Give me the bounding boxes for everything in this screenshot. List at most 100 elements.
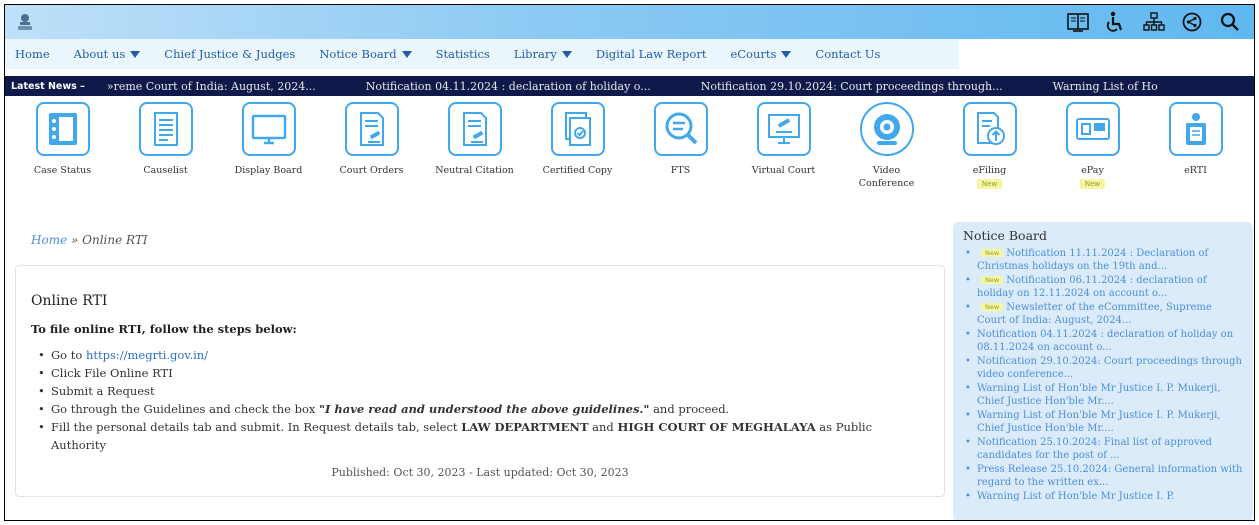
notice-item[interactable]: Warning List of Hon'ble Mr Justice I. P. bbox=[963, 490, 1243, 503]
accessibility-icon[interactable] bbox=[1104, 10, 1128, 34]
chevron-down-icon bbox=[401, 50, 412, 58]
notice-text: Warning List of Hon'ble Mr Justice I. P. bbox=[977, 491, 1175, 502]
service-case-status[interactable]: Case Status bbox=[11, 102, 114, 190]
share-icon[interactable] bbox=[1180, 10, 1204, 34]
nav-label: Contact Us bbox=[815, 47, 881, 61]
notice-text: Notification 11.11.2024 : Declaration of… bbox=[977, 248, 1209, 272]
notice-item[interactable]: Press Release 25.10.2024: General inform… bbox=[963, 463, 1243, 489]
service-label: eRTI bbox=[1184, 165, 1207, 176]
notice-text: Notification 04.11.2024 : declaration of… bbox=[977, 329, 1234, 353]
top-bar bbox=[5, 5, 1254, 39]
nav-item-chief-justice-judges[interactable]: Chief Justice & Judges bbox=[164, 47, 295, 61]
latest-news-ticker: Latest News – »reme Court of India: Augu… bbox=[5, 76, 1254, 96]
nav-item-library[interactable]: Library bbox=[514, 47, 572, 61]
list-item: Submit a Request bbox=[38, 382, 918, 400]
service-video-conference[interactable]: Video Conference bbox=[835, 102, 938, 190]
new-badge: New bbox=[981, 303, 1004, 311]
step-bold: LAW DEPARTMENT bbox=[461, 420, 589, 434]
service-causelist[interactable]: Causelist bbox=[114, 102, 217, 190]
ticker-item[interactable]: Warning List of Ho bbox=[1053, 80, 1158, 93]
display-board-icon bbox=[241, 102, 296, 156]
virtual-court-icon bbox=[756, 102, 811, 156]
nav-item-about-us[interactable]: About us bbox=[74, 47, 141, 61]
case-status-icon bbox=[35, 102, 90, 156]
notice-item[interactable]: NewNotification 06.11.2024 : declaration… bbox=[963, 274, 1243, 300]
services-row: Case Status Causelist Display Board Cour… bbox=[11, 102, 1251, 190]
service-label: Causelist bbox=[143, 165, 188, 176]
published-date: Published: Oct 30, 2023 - Last updated: … bbox=[331, 466, 629, 479]
nav-label: eCourts bbox=[730, 47, 777, 61]
nav-label: Library bbox=[513, 47, 557, 61]
notice-board: Notice Board New Notification 11.11.2024 … bbox=[953, 222, 1253, 520]
service-epay[interactable]: ePay New bbox=[1041, 102, 1144, 190]
service-fts[interactable]: FTS bbox=[629, 102, 732, 190]
service-erti[interactable]: eRTI bbox=[1144, 102, 1247, 190]
ticker-item[interactable]: »reme Court of India: August, 2024... bbox=[107, 80, 316, 93]
ticker-item[interactable]: Notification 29.10.2024: Court proceedin… bbox=[701, 80, 1003, 93]
notice-item[interactable]: Warning List of Hon'ble Mr Justice I. P.… bbox=[963, 409, 1243, 435]
intro-text: To file online RTI, follow the steps bel… bbox=[31, 322, 297, 336]
list-item: Go through the Guidelines and check the … bbox=[38, 400, 918, 418]
service-label: ePay bbox=[1081, 165, 1104, 176]
notice-text: Warning List of Hon'ble Mr Justice I. P.… bbox=[977, 383, 1221, 407]
steps-list: Go to https://megrti.gov.in/ Click File … bbox=[38, 346, 918, 454]
nav-label: Statistics bbox=[435, 47, 490, 61]
service-display-board[interactable]: Display Board bbox=[217, 102, 320, 190]
notice-text: Notification 29.10.2024: Court proceedin… bbox=[977, 356, 1242, 380]
breadcrumb: Home » Online RTI bbox=[31, 233, 148, 247]
nav-label: About us bbox=[73, 47, 126, 61]
service-court-orders[interactable]: Court Orders bbox=[320, 102, 423, 190]
breadcrumb-home-link[interactable]: Home bbox=[31, 233, 67, 247]
ticker-item[interactable]: Notification 04.11.2024 : declaration of… bbox=[366, 80, 651, 93]
page-frame: Home About us Chief Justice & Judges Not… bbox=[4, 4, 1255, 521]
service-label: FTS bbox=[670, 165, 691, 176]
notice-item[interactable]: Notification 25.10.2024: Final list of a… bbox=[963, 436, 1243, 462]
service-label: eFiling bbox=[972, 165, 1007, 176]
notice-item[interactable]: NewNewsletter of the eCommittee, Supreme… bbox=[963, 301, 1243, 327]
breadcrumb-current: Online RTI bbox=[82, 233, 148, 247]
step-emphasis: "I have read and understood the above gu… bbox=[319, 402, 650, 416]
notice-item[interactable]: Notification 04.11.2024 : declaration of… bbox=[963, 328, 1243, 354]
search-icon[interactable] bbox=[1218, 10, 1242, 34]
service-label: Virtual Court bbox=[751, 165, 816, 176]
service-efiling[interactable]: eFiling New bbox=[938, 102, 1041, 190]
notice-text: Notification 25.10.2024: Final list of a… bbox=[977, 437, 1212, 461]
state-emblem-icon[interactable] bbox=[15, 11, 35, 33]
sitemap-icon[interactable] bbox=[1142, 10, 1166, 34]
sitemap-book-icon[interactable] bbox=[1066, 10, 1090, 34]
notice-item[interactable]: Notification 29.10.2024: Court proceedin… bbox=[963, 355, 1243, 381]
notice-board-title: Notice Board bbox=[963, 228, 1047, 243]
webcam-icon bbox=[859, 102, 914, 156]
ticker-label: Latest News – bbox=[11, 80, 85, 92]
notice-list: New Notification 11.11.2024 : Declaration… bbox=[963, 247, 1243, 503]
service-virtual-court[interactable]: Virtual Court bbox=[732, 102, 835, 190]
notice-item[interactable]: NewNotification 11.11.2024 : Declaration… bbox=[963, 247, 1243, 273]
nav-item-ecourts[interactable]: eCourts bbox=[730, 47, 792, 61]
service-label: Display Board bbox=[234, 165, 303, 176]
neutral-citation-icon bbox=[447, 102, 502, 156]
step-text: Go to bbox=[51, 348, 86, 362]
nav-item-notice-board[interactable]: Notice Board bbox=[319, 47, 412, 61]
notice-text: Press Release 25.10.2024: General inform… bbox=[977, 464, 1243, 488]
megrti-link[interactable]: https://megrti.gov.in/ bbox=[86, 348, 208, 362]
notice-item[interactable]: Warning List of Hon'ble Mr Justice I. P.… bbox=[963, 382, 1243, 408]
nav-item-home[interactable]: Home bbox=[15, 47, 50, 61]
nav-label: Home bbox=[15, 47, 50, 61]
service-certified-copy[interactable]: Certified Copy bbox=[526, 102, 629, 190]
court-orders-icon bbox=[344, 102, 399, 156]
nav-item-contact-us[interactable]: Contact Us bbox=[815, 47, 880, 61]
nav-item-statistics[interactable]: Statistics bbox=[436, 47, 490, 61]
certified-copy-icon bbox=[550, 102, 605, 156]
content-card: Online RTI To file online RTI, follow th… bbox=[15, 265, 945, 497]
step-text: and proceed. bbox=[649, 402, 730, 416]
step-text: and bbox=[588, 420, 618, 434]
service-neutral-citation[interactable]: Neutral Citation bbox=[423, 102, 526, 190]
nav-label: Notice Board bbox=[319, 47, 397, 61]
new-badge: New bbox=[1079, 179, 1106, 189]
step-text: Go through the Guidelines and check the … bbox=[51, 402, 320, 416]
page-title: Online RTI bbox=[31, 293, 108, 309]
fts-icon bbox=[653, 102, 708, 156]
epay-icon bbox=[1065, 102, 1120, 156]
nav-item-digital-law-report[interactable]: Digital Law Report bbox=[596, 47, 707, 61]
list-item: Click File Online RTI bbox=[38, 364, 918, 382]
